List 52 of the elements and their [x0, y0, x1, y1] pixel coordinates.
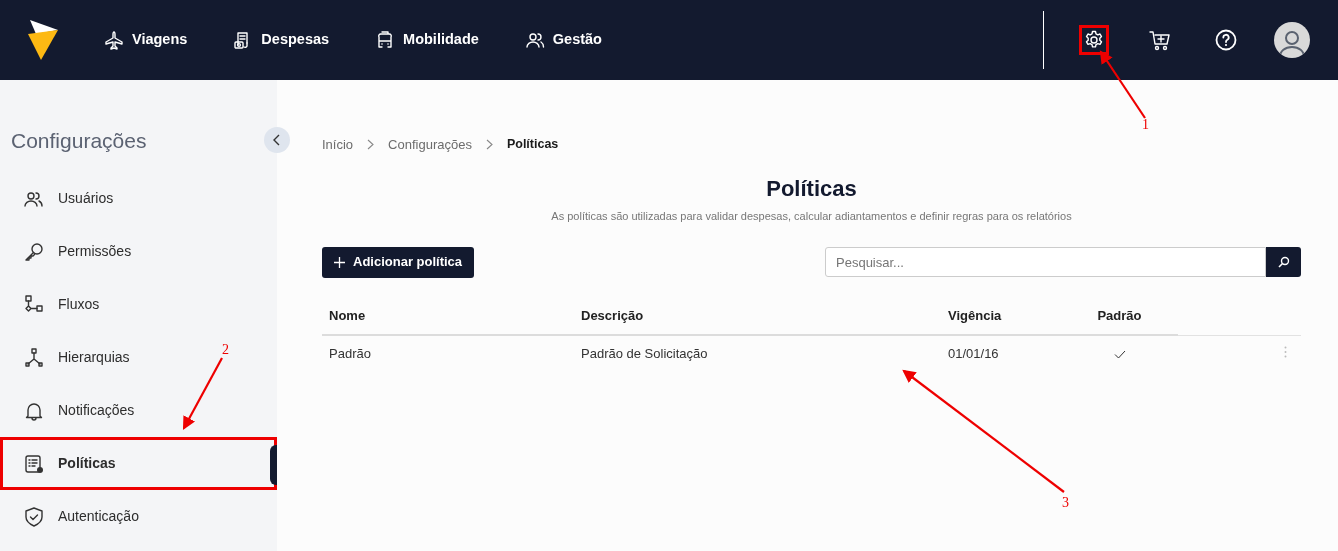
people-icon: [524, 30, 545, 50]
search-field[interactable]: Pesquisar...: [825, 247, 1266, 277]
logo-icon[interactable]: [28, 20, 58, 60]
chevron-right-icon: [485, 139, 493, 151]
annotation-number: 1: [1142, 118, 1149, 132]
table-cell: 01/01/16: [948, 346, 999, 361]
settings-icon: [1084, 30, 1104, 50]
breadcrumb-current: Políticas: [506, 136, 559, 154]
policy-list-icon: [24, 453, 44, 474]
settings-button[interactable]: [1082, 28, 1106, 52]
table-cell: Padrão de Solicitação: [581, 346, 708, 361]
search-icon: [1277, 256, 1290, 268]
plane-icon: [104, 30, 124, 50]
help-icon: [1215, 29, 1237, 51]
chevron-left-icon: [273, 134, 281, 146]
key-icon: [24, 241, 44, 262]
sidebar-title: Configurações: [10, 128, 148, 154]
annotation-number: 3: [1062, 496, 1069, 510]
sidebar-item[interactable]: Notificações: [0, 384, 143, 437]
sidebar-item[interactable]: Autenticação: [0, 490, 147, 543]
plus-icon: [334, 256, 345, 268]
cart-add-icon: [1149, 29, 1171, 51]
nav-link[interactable]: Despesas: [233, 29, 330, 51]
column-header: Descrição: [581, 307, 644, 323]
table-cell: Padrão: [329, 346, 371, 361]
nav-link[interactable]: Mobilidade: [375, 29, 479, 51]
shield-check-icon: [24, 506, 44, 527]
nav-link[interactable]: Viagens: [104, 29, 188, 51]
page-subtitle: As políticas são utilizadas para validar despesas, calcular adiantamentos e definir regras para os relatórios: [551, 209, 1072, 222]
sidebar-item[interactable]: Permissões: [0, 225, 140, 278]
breadcrumb-link[interactable]: Configurações: [388, 135, 472, 155]
search-button[interactable]: [1266, 247, 1301, 277]
annotation-arrow: [1099, 50, 1146, 119]
add-policy-button[interactable]: Adicionar política: [322, 246, 475, 278]
hierarchy-icon: [24, 347, 44, 368]
chevron-right-icon: [367, 139, 375, 151]
flow-icon: [24, 294, 44, 315]
column-header: Nome: [329, 307, 366, 323]
collapse-button[interactable]: [264, 127, 290, 153]
bell-icon: [24, 400, 44, 421]
sidebar-item[interactable]: Hierarquias: [0, 331, 138, 384]
sidebar-item[interactable]: Políticas: [0, 437, 277, 490]
active-indicator: [270, 445, 277, 485]
breadcrumb-link[interactable]: Início: [322, 135, 354, 155]
column-header: Vigência: [948, 307, 1002, 323]
nav-link[interactable]: Gestão: [524, 29, 602, 51]
user-avatar[interactable]: [1274, 22, 1310, 58]
sidebar-item[interactable]: Fluxos: [0, 278, 108, 331]
column-header: Padrão: [1097, 307, 1142, 323]
page-title: Políticas: [766, 175, 857, 202]
annotation-number: 2: [222, 343, 229, 357]
sidebar-item[interactable]: Usuários: [0, 172, 122, 225]
